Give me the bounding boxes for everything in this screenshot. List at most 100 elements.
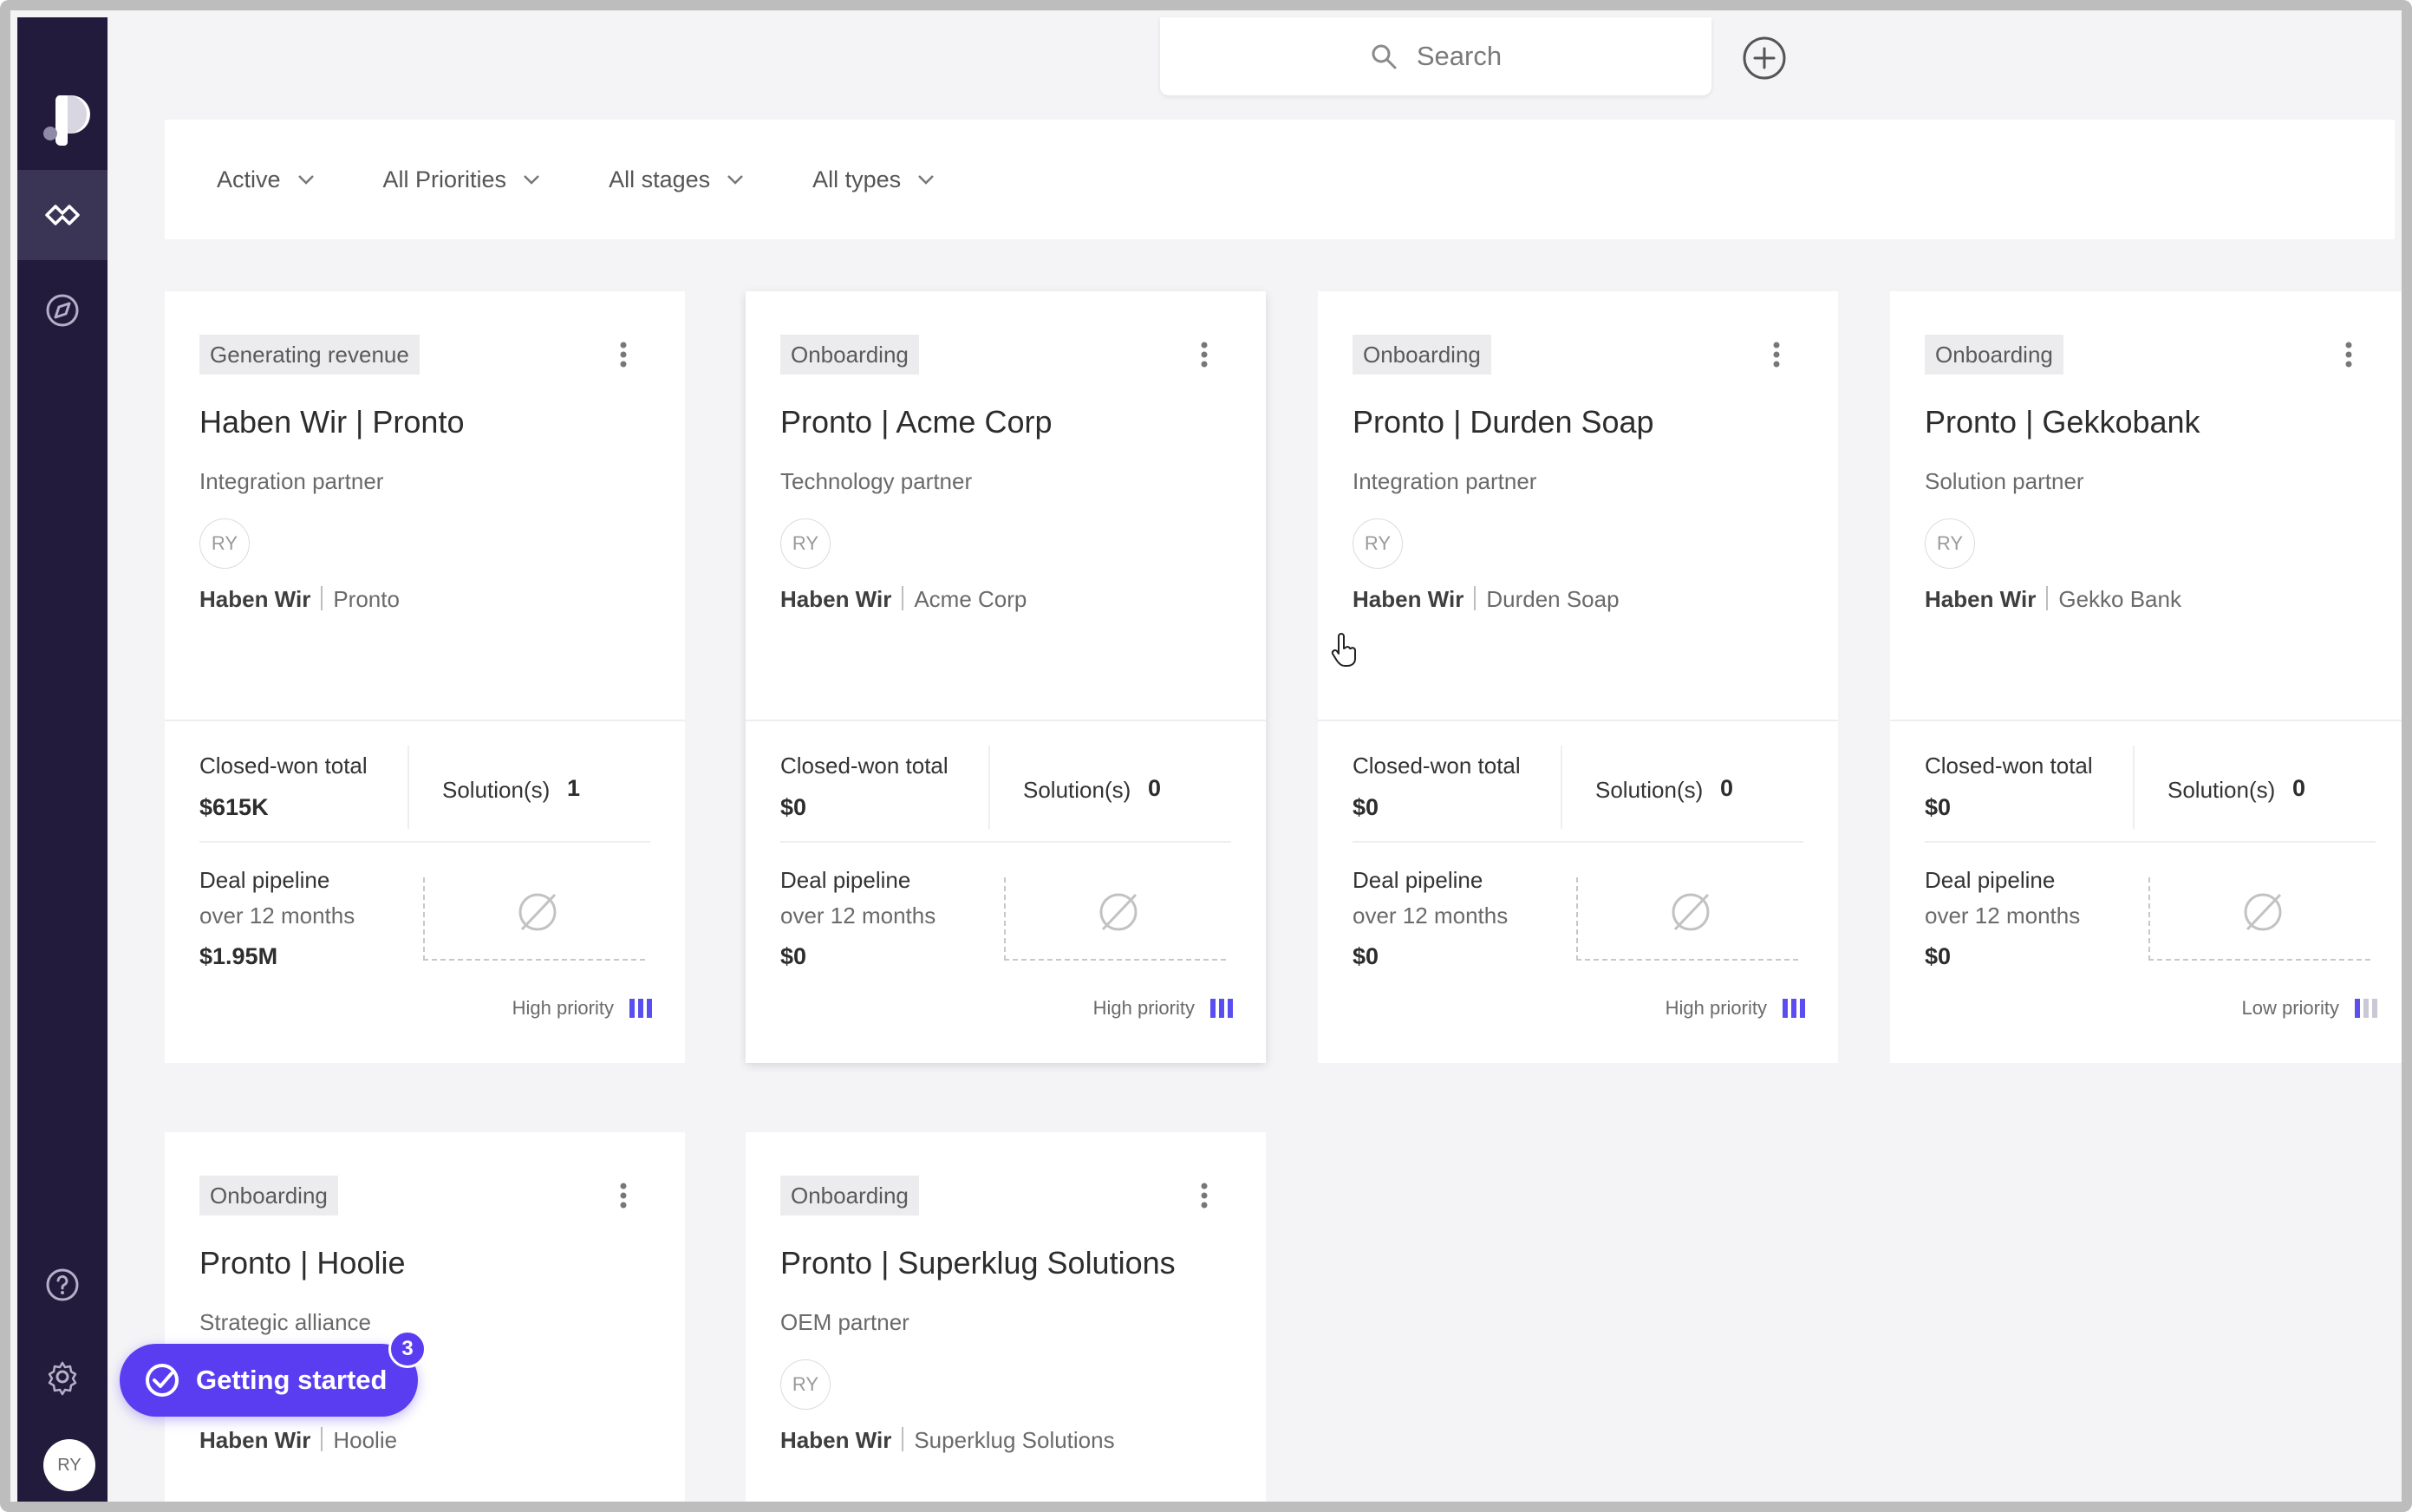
compass-icon <box>46 294 79 327</box>
search-bar[interactable]: Search <box>1160 17 1711 95</box>
priority-bars-icon <box>2355 999 2377 1018</box>
deal-pipeline-period: over 12 months <box>1353 903 1509 929</box>
priority-label: High priority <box>1665 997 1767 1019</box>
partner-parties: Haben Wir Hoolie <box>199 1427 397 1454</box>
check-circle-icon <box>146 1364 179 1397</box>
priority-label: High priority <box>1092 997 1195 1019</box>
handshake-link-icon <box>45 205 80 225</box>
empty-set-icon <box>1099 893 1138 931</box>
closed-won-value: $615K <box>199 794 269 820</box>
deal-pipeline-value: $0 <box>780 943 807 969</box>
priority-indicator: Low priority <box>2242 997 2377 1020</box>
solutions-label: Solution(s) <box>1595 777 1704 803</box>
partner-parties: Haben Wir Superklug Solutions <box>780 1427 1115 1454</box>
party-b: Hoolie <box>333 1427 398 1453</box>
solutions-value: 0 <box>1720 775 1734 801</box>
partner-type: Solution partner <box>1925 468 2084 494</box>
closed-won-label: Closed-won total <box>1353 753 1521 779</box>
deal-pipeline-period: over 12 months <box>780 903 936 929</box>
priority-label: High priority <box>512 997 614 1019</box>
nav-settings[interactable] <box>17 1332 108 1422</box>
getting-started-button[interactable]: Getting started <box>120 1344 418 1417</box>
chevron-down-icon <box>524 175 539 185</box>
filter-label: Active <box>217 166 281 192</box>
party-b: Acme Corp <box>914 586 1027 612</box>
priority-indicator: High priority <box>512 997 652 1020</box>
chevron-down-icon <box>297 175 314 185</box>
priority-label: Low priority <box>2241 997 2339 1019</box>
pipeline-chart-empty <box>2148 877 2370 961</box>
partner-type: Strategic alliance <box>199 1309 371 1335</box>
partner-type: OEM partner <box>780 1309 909 1335</box>
stage-badge: Onboarding <box>199 1176 338 1215</box>
priority-indicator: High priority <box>1666 997 1805 1020</box>
nav-help[interactable] <box>17 1240 108 1330</box>
app-logo-icon[interactable] <box>43 92 92 146</box>
filter-label: All types <box>812 166 902 192</box>
partnership-card[interactable]: Onboarding Pronto | Acme Corp Technology… <box>746 291 1266 1063</box>
partner-type: Integration partner <box>1353 468 1537 494</box>
party-a: Haben Wir <box>780 586 892 612</box>
party-b: Durden Soap <box>1486 586 1620 612</box>
stage-badge: Onboarding <box>1925 335 2063 375</box>
priority-bars-icon <box>629 999 652 1018</box>
closed-won-label: Closed-won total <box>1925 753 2093 779</box>
hand-cursor-icon <box>1331 633 1356 667</box>
more-options-icon[interactable] <box>2344 342 2353 368</box>
partnership-card[interactable]: Onboarding Pronto | Hoolie Strategic all… <box>165 1132 685 1502</box>
party-a: Haben Wir <box>1353 586 1464 612</box>
filter-label: All stages <box>609 166 711 192</box>
pipeline-chart-empty <box>423 877 645 961</box>
partnership-card[interactable]: Onboarding Pronto | Superklug Solutions … <box>746 1132 1266 1502</box>
partnership-card[interactable]: Generating revenue Haben Wir | Pronto In… <box>165 291 685 1063</box>
filter-status-dropdown[interactable]: Active <box>217 166 316 193</box>
filter-label: All Priorities <box>382 166 507 192</box>
search-icon <box>1372 44 1397 69</box>
filter-bar: Active All Priorities All stages All typ… <box>165 120 2395 239</box>
partnership-card[interactable]: Onboarding Pronto | Durden Soap Integrat… <box>1318 291 1838 1063</box>
main-content: Search Active All Priorities All stages <box>108 17 2402 1502</box>
filter-type-dropdown[interactable]: All types <box>812 166 935 193</box>
solutions-label: Solution(s) <box>1023 777 1131 803</box>
search-input[interactable]: Search <box>1417 41 1502 72</box>
deal-pipeline-label: Deal pipeline <box>780 867 911 893</box>
card-title: Pronto | Hoolie <box>199 1245 406 1281</box>
add-button[interactable] <box>1741 35 1788 81</box>
nav-compass[interactable] <box>17 265 108 355</box>
solutions-value: 1 <box>567 775 581 801</box>
deal-pipeline-label: Deal pipeline <box>1353 867 1483 893</box>
party-a: Haben Wir <box>199 586 311 612</box>
card-title: Haben Wir | Pronto <box>199 404 465 440</box>
more-options-icon[interactable] <box>619 1183 628 1209</box>
closed-won-value: $0 <box>780 794 807 820</box>
pipeline-chart-empty <box>1004 877 1226 961</box>
owner-avatar: RY <box>780 518 831 569</box>
more-options-icon[interactable] <box>1772 342 1781 368</box>
sidebar: RY <box>17 17 108 1502</box>
partnership-card[interactable]: Onboarding Pronto | Gekkobank Solution p… <box>1890 291 2402 1063</box>
partner-parties: Haben Wir Acme Corp <box>780 586 1027 613</box>
filter-priority-dropdown[interactable]: All Priorities <box>383 166 542 193</box>
topbar: Search <box>108 17 2395 113</box>
nav-partnerships[interactable] <box>17 170 108 260</box>
empty-set-icon <box>518 893 557 931</box>
gear-icon <box>48 1361 77 1396</box>
party-a: Haben Wir <box>780 1427 892 1453</box>
user-avatar[interactable]: RY <box>43 1439 95 1491</box>
owner-avatar: RY <box>1353 518 1403 569</box>
stage-badge: Generating revenue <box>199 335 420 375</box>
filter-stage-dropdown[interactable]: All stages <box>609 166 745 193</box>
empty-set-icon <box>1672 893 1710 931</box>
card-title: Pronto | Superklug Solutions <box>780 1245 1176 1281</box>
closed-won-value: $0 <box>1925 794 1952 820</box>
solutions-value: 0 <box>2292 775 2306 801</box>
more-options-icon[interactable] <box>619 342 628 368</box>
notification-count-badge: 3 <box>388 1330 427 1368</box>
card-title: Pronto | Acme Corp <box>780 404 1053 440</box>
more-options-icon[interactable] <box>1200 342 1209 368</box>
priority-bars-icon <box>1783 999 1805 1018</box>
more-options-icon[interactable] <box>1200 1183 1209 1209</box>
help-icon <box>46 1268 79 1301</box>
solutions-value: 0 <box>1148 775 1162 801</box>
priority-bars-icon <box>1210 999 1233 1018</box>
